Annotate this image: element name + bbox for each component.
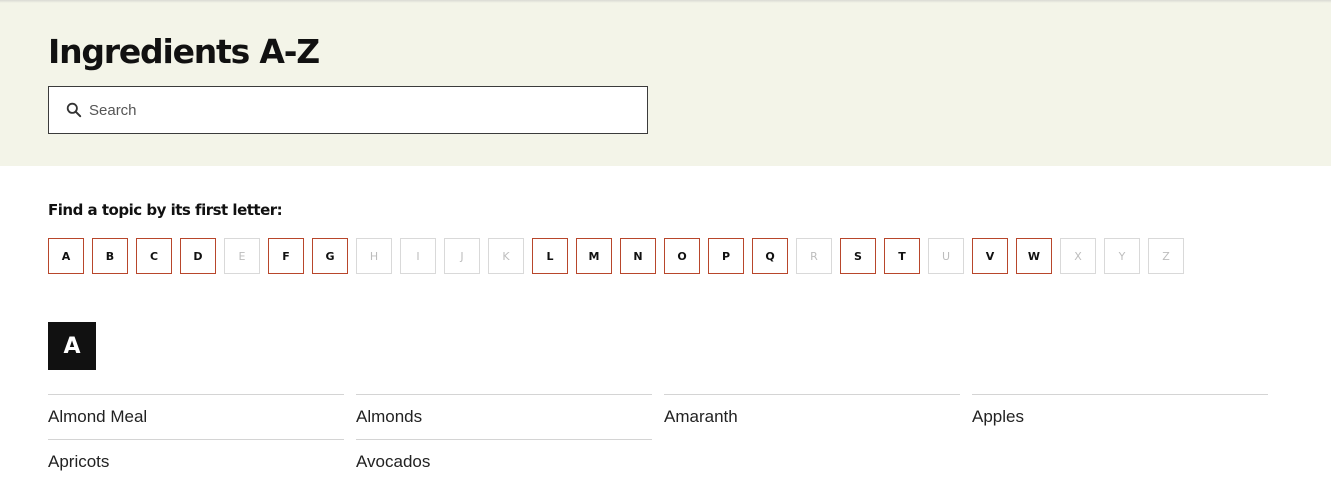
letter-button-j: J [444, 238, 480, 274]
top-shadow [0, 0, 1331, 3]
letter-button-p[interactable]: P [708, 238, 744, 274]
search-box[interactable] [48, 86, 648, 134]
letter-button-a[interactable]: A [48, 238, 84, 274]
ingredient-link[interactable]: Almond Meal [48, 394, 344, 439]
letter-button-l[interactable]: L [532, 238, 568, 274]
letter-button-e: E [224, 238, 260, 274]
letter-nav-label: Find a topic by its first letter: [48, 201, 283, 219]
letter-button-u: U [928, 238, 964, 274]
letter-button-r: R [796, 238, 832, 274]
section-letter-badge: A [48, 322, 96, 370]
letter-button-x: X [1060, 238, 1096, 274]
letter-button-k: K [488, 238, 524, 274]
ingredient-link[interactable]: Apricots [48, 439, 344, 484]
letter-button-m[interactable]: M [576, 238, 612, 274]
letter-button-o[interactable]: O [664, 238, 700, 274]
page-title: Ingredients A-Z [48, 32, 320, 71]
ingredient-link[interactable]: Amaranth [664, 394, 960, 439]
letter-button-i: I [400, 238, 436, 274]
letter-button-g[interactable]: G [312, 238, 348, 274]
search-icon [66, 102, 82, 118]
page-header: Ingredients A-Z [0, 0, 1331, 166]
letter-button-c[interactable]: C [136, 238, 172, 274]
letter-button-s[interactable]: S [840, 238, 876, 274]
letter-button-b[interactable]: B [92, 238, 128, 274]
ingredient-link[interactable]: Apples [972, 394, 1268, 439]
ingredient-link[interactable]: Avocados [356, 439, 652, 484]
letter-button-y: Y [1104, 238, 1140, 274]
letter-button-v[interactable]: V [972, 238, 1008, 274]
letter-button-d[interactable]: D [180, 238, 216, 274]
letter-button-n[interactable]: N [620, 238, 656, 274]
letter-button-h: H [356, 238, 392, 274]
letter-button-q[interactable]: Q [752, 238, 788, 274]
letter-button-t[interactable]: T [884, 238, 920, 274]
search-input[interactable] [89, 87, 629, 133]
letter-nav: ABCDEFGHIJKLMNOPQRSTUVWXYZ [48, 238, 1248, 274]
letter-button-w[interactable]: W [1016, 238, 1052, 274]
ingredient-link[interactable]: Almonds [356, 394, 652, 439]
letter-button-f[interactable]: F [268, 238, 304, 274]
letter-button-z: Z [1148, 238, 1184, 274]
